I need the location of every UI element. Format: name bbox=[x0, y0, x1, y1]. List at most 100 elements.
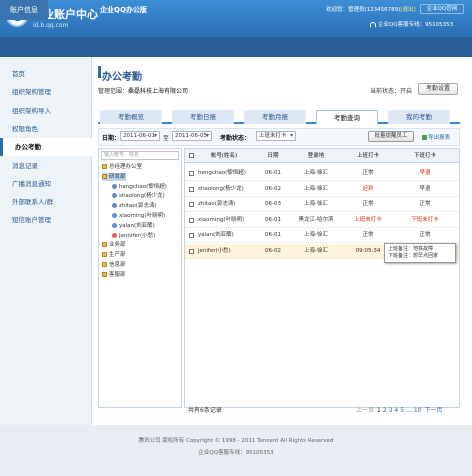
date-from-select[interactable]: 2011-06-01 bbox=[120, 131, 160, 141]
cell-out: 正常 bbox=[419, 201, 431, 207]
row-checkbox[interactable] bbox=[189, 217, 194, 223]
person-icon bbox=[112, 232, 117, 238]
pager-page[interactable]: 2 bbox=[383, 407, 387, 414]
tree-node[interactable]: 业务部 bbox=[102, 241, 126, 249]
tree-node[interactable]: 生产部 bbox=[102, 251, 126, 259]
cell-in: 正常 bbox=[362, 201, 374, 207]
tree-node-label: shaolong(杨少龙) bbox=[119, 193, 165, 200]
folder-icon bbox=[102, 173, 107, 179]
tab-4[interactable]: 考勤查询 bbox=[316, 110, 378, 124]
tab-5[interactable]: 我的考勤 bbox=[388, 110, 450, 124]
tab-1[interactable]: 考勤概览 bbox=[100, 110, 162, 124]
folder-icon bbox=[102, 262, 107, 267]
main-nav bbox=[0, 37, 472, 57]
tooltip-line-out: 下班备注：想早点回家 bbox=[388, 253, 439, 259]
cell-loc: 上海-徐汇 bbox=[304, 170, 328, 176]
sidebar-item[interactable]: 权限角色 bbox=[0, 120, 92, 138]
tree-node[interactable]: 研发部 bbox=[102, 172, 126, 181]
tree-node[interactable]: 总经理办公室 bbox=[102, 163, 142, 171]
row-checkbox[interactable] bbox=[189, 233, 194, 238]
sidebar-item[interactable]: 首页 bbox=[0, 65, 92, 83]
batch-remind-button[interactable]: 批量提醒员工 bbox=[368, 131, 414, 142]
select-all-checkbox[interactable] bbox=[189, 153, 194, 158]
cell-out: 早退 bbox=[419, 185, 431, 192]
sidebar-item[interactable]: 广播消息通知 bbox=[0, 175, 92, 193]
pager-prev[interactable]: 上一页 bbox=[356, 407, 374, 414]
sidebar-item[interactable]: 消息记录 bbox=[0, 157, 92, 175]
footer-copyright: 腾讯公司 版权所有 Copyright © 1998 - 2011 Tencen… bbox=[138, 438, 334, 444]
tree-node[interactable]: 信息部 bbox=[102, 261, 126, 269]
cell-name: yalan(刘亚蘭) bbox=[198, 232, 234, 238]
sidebar-item-label: 短信账户管理 bbox=[12, 216, 51, 225]
tree-node[interactable]: zhitao(郭志涛) bbox=[112, 202, 157, 210]
tree-node-label: 研发部 bbox=[109, 173, 126, 180]
export-report-link[interactable]: 导出报表 bbox=[422, 133, 450, 141]
column-header: 日期 bbox=[267, 153, 279, 159]
tree-node[interactable]: jennifer(小愁) bbox=[112, 232, 155, 240]
person-icon bbox=[112, 213, 117, 218]
row-checkbox[interactable] bbox=[189, 202, 194, 207]
cell-date: 06-02 bbox=[265, 247, 281, 254]
status-filter-label: 考勤状态： bbox=[220, 135, 251, 142]
status-filter-select[interactable]: 上班未打卡 bbox=[256, 131, 296, 141]
tab-2[interactable]: 考勤日报 bbox=[172, 110, 234, 124]
logout-link[interactable]: [退出] bbox=[400, 7, 415, 13]
sidebar-item[interactable]: 短信账户管理 bbox=[0, 211, 92, 229]
sidebar-item[interactable]: 组织架构管理 bbox=[0, 83, 92, 101]
pager-page[interactable]: 5 bbox=[400, 407, 404, 414]
row-checkbox[interactable] bbox=[189, 248, 194, 254]
sidebar-item[interactable]: 组织架构导入 bbox=[0, 102, 92, 120]
pager-page[interactable]: 10 bbox=[414, 407, 422, 414]
qq-official-site-button[interactable]: 企业QQ官网 bbox=[420, 4, 464, 14]
hotline: 企业QQ客服专线：95105353 bbox=[370, 20, 453, 28]
pager-next[interactable]: 下一页 bbox=[424, 407, 442, 414]
pager-page[interactable]: ... bbox=[406, 407, 412, 414]
tree-node-label: 总经理办公室 bbox=[109, 164, 143, 170]
tooltip-line-in: 上班备注：地铁故障 bbox=[388, 246, 434, 252]
cell-loc: 黑龙江-哈尔滨 bbox=[298, 216, 334, 223]
sidebar-item-label: 外部联系人/群 bbox=[12, 198, 54, 207]
tree-node[interactable]: shaolong(杨少龙) bbox=[112, 192, 165, 200]
pager-page[interactable]: 4 bbox=[394, 407, 398, 414]
welcome-bar: 欢迎您：管理员(123456789)[退出] bbox=[326, 5, 416, 13]
tree-node[interactable]: xiaoming(叶晓明) bbox=[112, 212, 165, 220]
sidebar-item[interactable]: 外部联系人/群 bbox=[0, 193, 92, 211]
tree-node[interactable]: hengchao(黎恒超) bbox=[112, 183, 167, 191]
date-to-select[interactable]: 2011-06-05 bbox=[172, 131, 212, 141]
org-label: 管理范围： bbox=[98, 88, 129, 95]
person-icon bbox=[112, 183, 117, 189]
tab-3[interactable]: 考勤月报 bbox=[244, 110, 306, 124]
tree-node[interactable]: 客服部 bbox=[102, 271, 126, 279]
tree-node-label: hengchao(黎恒超) bbox=[119, 183, 167, 190]
sidebar-item-label: 首页 bbox=[12, 70, 25, 78]
sidebar-item[interactable]: 办公考勤 bbox=[0, 138, 92, 157]
nav-account-info[interactable]: 账户信息 bbox=[0, 0, 48, 20]
sidebar-item-label: 消息记录 bbox=[12, 161, 38, 170]
person-icon bbox=[112, 193, 117, 199]
user-role: 管理员 bbox=[348, 7, 365, 13]
cell-date: 06-01 bbox=[265, 170, 281, 176]
sidebar-item-label: 组织架构导入 bbox=[12, 106, 51, 115]
cell-date: 06-03 bbox=[265, 201, 281, 207]
tree-search-input[interactable]: 输入帐号、姓名 bbox=[101, 151, 179, 160]
cell-out: 早退 bbox=[419, 170, 431, 176]
pager-page[interactable]: 3 bbox=[389, 407, 393, 414]
column-header: 下班打卡 bbox=[413, 153, 436, 159]
org-scope: 管理范围：桑磊科技上海有限公司 bbox=[98, 86, 188, 95]
sidebar-item-label: 广播消息通知 bbox=[12, 179, 51, 188]
row-checkbox[interactable] bbox=[189, 171, 194, 176]
cell-date: 06-01 bbox=[265, 232, 281, 238]
tree-node[interactable]: yalan(刘亚蘭) bbox=[112, 222, 155, 230]
sidebar-item-label: 组织架构管理 bbox=[12, 88, 51, 97]
row-checkbox[interactable] bbox=[189, 186, 194, 192]
nav-office-edition[interactable]: 企业QQ办公版 bbox=[90, 0, 157, 20]
cell-in: 上班未打卡 bbox=[354, 216, 382, 223]
pager-page[interactable]: 1 bbox=[377, 407, 381, 414]
attendance-status: 当前状态：开启 bbox=[370, 88, 413, 95]
title-accent bbox=[98, 66, 101, 78]
person-icon bbox=[112, 222, 117, 228]
attendance-settings-button[interactable]: 考勤设置 bbox=[418, 83, 458, 95]
cell-out: 下班未打卡 bbox=[411, 216, 439, 223]
cell-loc: 上海-徐汇 bbox=[304, 185, 328, 192]
tree-node-label: 客服部 bbox=[109, 271, 126, 278]
